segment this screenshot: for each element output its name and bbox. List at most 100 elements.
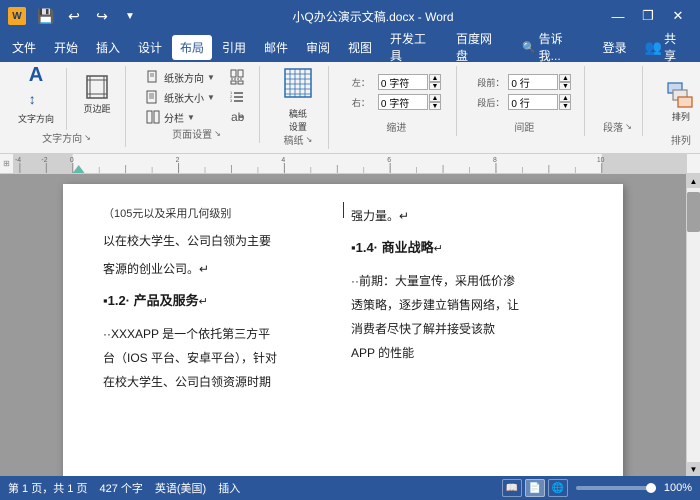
zoom-slider[interactable] [576, 486, 656, 490]
save-button[interactable]: 💾 [34, 4, 58, 28]
indent-right-up[interactable]: ▲ [429, 94, 441, 102]
scroll-down-button[interactable]: ▼ [687, 462, 700, 476]
para-expand-icon[interactable]: ↘ [625, 122, 632, 131]
margin-button[interactable]: 页边距 [75, 68, 119, 120]
text-direction-button[interactable]: A↕ 文字方向 [14, 68, 58, 120]
zoom-level: 100% [664, 482, 692, 494]
expand-icon[interactable]: ↘ [84, 133, 91, 142]
menu-insert[interactable]: 插入 [88, 35, 128, 60]
indent-right-input-row: ▲ ▼ [378, 94, 441, 110]
hyphen-icon: ab [229, 109, 245, 125]
page-orientation-button[interactable]: 纸张方向 ▼ [142, 68, 218, 86]
app-window: W 💾 ↩ ↪ ▼ 小Q办公演示文稿.docx - Word — ❐ ✕ 文件 … [0, 0, 700, 500]
spacing-after-spin: ▲ ▼ [559, 94, 571, 110]
indent-left-spin: ▲ ▼ [429, 74, 441, 90]
group-label-text: 文字方向 [42, 130, 82, 145]
columns-arrow: ▼ [187, 113, 195, 122]
scroll-up-button[interactable]: ▲ [687, 174, 700, 188]
svg-text:3: 3 [230, 98, 233, 103]
insert-mode: 插入 [218, 480, 240, 496]
svg-text:10: 10 [597, 157, 605, 164]
draft-group-label: 稿纸 [284, 132, 304, 147]
paper-size-button[interactable]: 纸张大小 ▼ [142, 88, 218, 106]
spacing-after-down[interactable]: ▼ [559, 102, 571, 110]
menu-review[interactable]: 审阅 [298, 35, 338, 60]
arrange-label: 排列 [672, 110, 690, 123]
spacing-before-input[interactable] [508, 74, 558, 90]
document-page: （105元以及采用几何级别 以在校大学生、公司白领为主要 客源的创业公司。↵ ▪… [63, 184, 623, 476]
menu-start[interactable]: 开始 [46, 35, 86, 60]
ribbon-group-page-setup: 纸张方向 ▼ 纸张大小 ▼ [134, 66, 260, 143]
arrange-icon [665, 78, 697, 110]
doc-scroll-area[interactable]: （105元以及采用几何级别 以在校大学生、公司白领为主要 客源的创业公司。↵ ▪… [0, 174, 686, 476]
columns-button[interactable]: 分栏 ▼ [142, 108, 218, 126]
view-buttons: 📖 📄 🌐 [502, 479, 568, 497]
zoom-thumb[interactable] [646, 483, 656, 493]
menu-mail[interactable]: 邮件 [256, 35, 296, 60]
view-web-button[interactable]: 🌐 [548, 479, 568, 497]
ruler-right [686, 154, 700, 173]
doc-text-r5: APP 的性能 [351, 341, 583, 365]
hyphenation-button[interactable]: ab [226, 108, 251, 126]
spacing-after-input-row: ▲ ▼ [508, 94, 571, 110]
indent-left-down[interactable]: ▼ [429, 82, 441, 90]
papersize-label: 纸张大小 [164, 90, 204, 105]
scroll-thumb[interactable] [687, 192, 700, 232]
page-setup-buttons: 纸张方向 ▼ 纸张大小 ▼ [142, 68, 218, 126]
indent-right-input[interactable] [378, 94, 428, 110]
spacing-before-up[interactable]: ▲ [559, 74, 571, 82]
language: 英语(美国) [155, 480, 206, 496]
document-content: （105元以及采用几何级别 以在校大学生、公司白领为主要 客源的创业公司。↵ ▪… [103, 204, 583, 394]
page-expand-icon[interactable]: ↘ [214, 129, 221, 138]
undo-button[interactable]: ↩ [62, 4, 86, 28]
doc-text-r1: 强力量。↵ [351, 204, 583, 228]
group-label-row6: 段落 ↘ [601, 119, 634, 134]
draft-setup-button[interactable]: 稿纸设置 [276, 68, 320, 132]
spacing-before-label: 段前： [477, 76, 504, 89]
customize-button[interactable]: ▼ [118, 4, 142, 28]
columns-label: 分栏 [164, 110, 184, 125]
doc-text-4: ··XXXAPP 是一个依托第三方平 [103, 322, 335, 346]
indent-left-input[interactable] [378, 74, 428, 90]
app-icon: W [8, 7, 26, 25]
orientation-icon [145, 69, 161, 85]
indent-right-label: 右： [352, 96, 374, 109]
break-button[interactable] [226, 68, 251, 86]
vertical-scrollbar[interactable]: ▲ ▼ [686, 174, 700, 476]
spacing-before-row: 段前： ▲ ▼ [477, 74, 571, 90]
spacing-before-down[interactable]: ▼ [559, 82, 571, 90]
heading-12-text: ▪1.2· 产品及服务 [103, 293, 199, 308]
doc-text-r3: 透策略，逐步建立销售网络，让 [351, 293, 583, 317]
margin-icon [83, 73, 111, 101]
menu-view[interactable]: 视图 [340, 35, 380, 60]
spacing-after-input[interactable] [508, 94, 558, 110]
text-cursor [343, 202, 344, 218]
indent-right-row: 右： ▲ ▼ [352, 94, 441, 110]
ruler-svg: 0 2 4 6 [14, 154, 686, 173]
spacing-before-spin: ▲ ▼ [559, 74, 571, 90]
title-bar: W 💾 ↩ ↪ ▼ 小Q办公演示文稿.docx - Word — ❐ ✕ [0, 0, 700, 32]
minimize-button[interactable]: — [604, 2, 632, 30]
arrange-button[interactable]: 排列 [659, 68, 700, 132]
view-page-button[interactable]: 📄 [525, 479, 545, 497]
linenumbers-button[interactable]: 1 2 3 [226, 88, 251, 106]
menu-file[interactable]: 文件 [4, 35, 44, 60]
orientation-arrow: ▼ [207, 73, 215, 82]
doc-heading-14: ▪1.4· 商业战略↵ [351, 236, 583, 261]
spacing-after-up[interactable]: ▲ [559, 94, 571, 102]
menu-design[interactable]: 设计 [130, 35, 170, 60]
ribbon-group-text-direction: A↕ 文字方向 页边距 文字方向 ↘ [6, 66, 126, 147]
ruler-corner: ⊞ [0, 154, 14, 173]
svg-text:4: 4 [281, 157, 285, 164]
redo-button[interactable]: ↪ [90, 4, 114, 28]
menu-layout[interactable]: 布局 [172, 35, 212, 60]
menu-reference[interactable]: 引用 [214, 35, 254, 60]
margin-label: 页边距 [83, 102, 110, 115]
menu-login[interactable]: 登录 [595, 35, 635, 60]
indent-left-up[interactable]: ▲ [429, 74, 441, 82]
indent-right-down[interactable]: ▼ [429, 102, 441, 110]
view-read-button[interactable]: 📖 [502, 479, 522, 497]
ribbon-group-draft: 稿纸设置 稿纸 ↘ [268, 66, 329, 149]
draft-content: 稿纸设置 [276, 68, 320, 132]
draft-expand-icon[interactable]: ↘ [306, 135, 313, 144]
